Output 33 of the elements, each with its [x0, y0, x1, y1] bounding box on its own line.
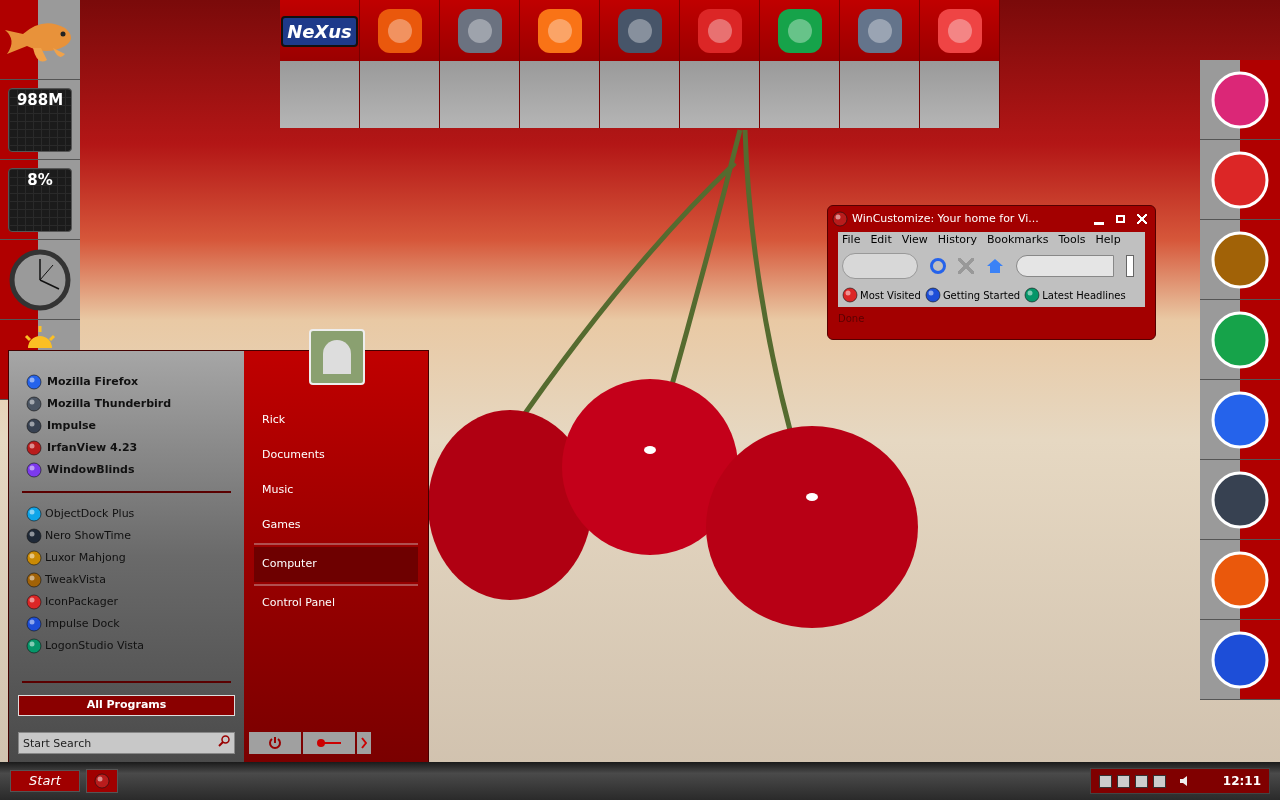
recent-program[interactable]: ObjectDock Plus: [18, 503, 235, 525]
menu-item[interactable]: Edit: [870, 232, 892, 249]
place-link[interactable]: Rick: [254, 403, 418, 438]
bookmark-link[interactable]: Most Visited: [860, 287, 921, 303]
start-button[interactable]: Start: [10, 770, 80, 792]
menu-item[interactable]: File: [842, 232, 861, 249]
menu-item[interactable]: Help: [1095, 232, 1121, 249]
search-field[interactable]: Start Search: [18, 732, 235, 754]
meter-reading: 988M: [16, 92, 64, 111]
window-title: WinCustomize: Your home for Vi...: [852, 210, 1040, 227]
menu-item[interactable]: Bookmarks: [987, 232, 1049, 249]
bookmark-link[interactable]: Getting Started: [942, 287, 1021, 303]
all-programs-button[interactable]: All Programs: [18, 694, 235, 716]
recent-program[interactable]: Luxor Mahjong: [18, 547, 235, 569]
logo-icon[interactable]: NeXus: [281, 15, 358, 47]
status-text: Done: [838, 312, 866, 326]
place-link[interactable]: Games: [254, 508, 418, 543]
pinned-program[interactable]: WindowBlinds: [18, 459, 235, 481]
meter-reading: 8%: [27, 172, 53, 191]
place-link[interactable]: Music: [254, 473, 418, 508]
recent-program[interactable]: Nero ShowTime: [18, 525, 235, 547]
bookmark-link[interactable]: Latest Headlines: [1042, 287, 1126, 303]
place-link[interactable]: Computer: [254, 547, 418, 582]
menu-item[interactable]: History: [937, 232, 977, 249]
place-link[interactable]: Control Panel: [254, 586, 418, 621]
menu-item[interactable]: Tools: [1058, 232, 1086, 249]
clock-text: 12:11: [1222, 773, 1261, 790]
place-link[interactable]: Documents: [254, 438, 418, 473]
pinned-program[interactable]: Mozilla Thunderbird: [18, 393, 235, 415]
pinned-program[interactable]: Mozilla Firefox: [18, 371, 235, 393]
pinned-program[interactable]: IrfanView 4.23: [18, 437, 235, 459]
pinned-program[interactable]: Impulse: [18, 415, 235, 437]
menu-item[interactable]: View: [901, 232, 928, 249]
